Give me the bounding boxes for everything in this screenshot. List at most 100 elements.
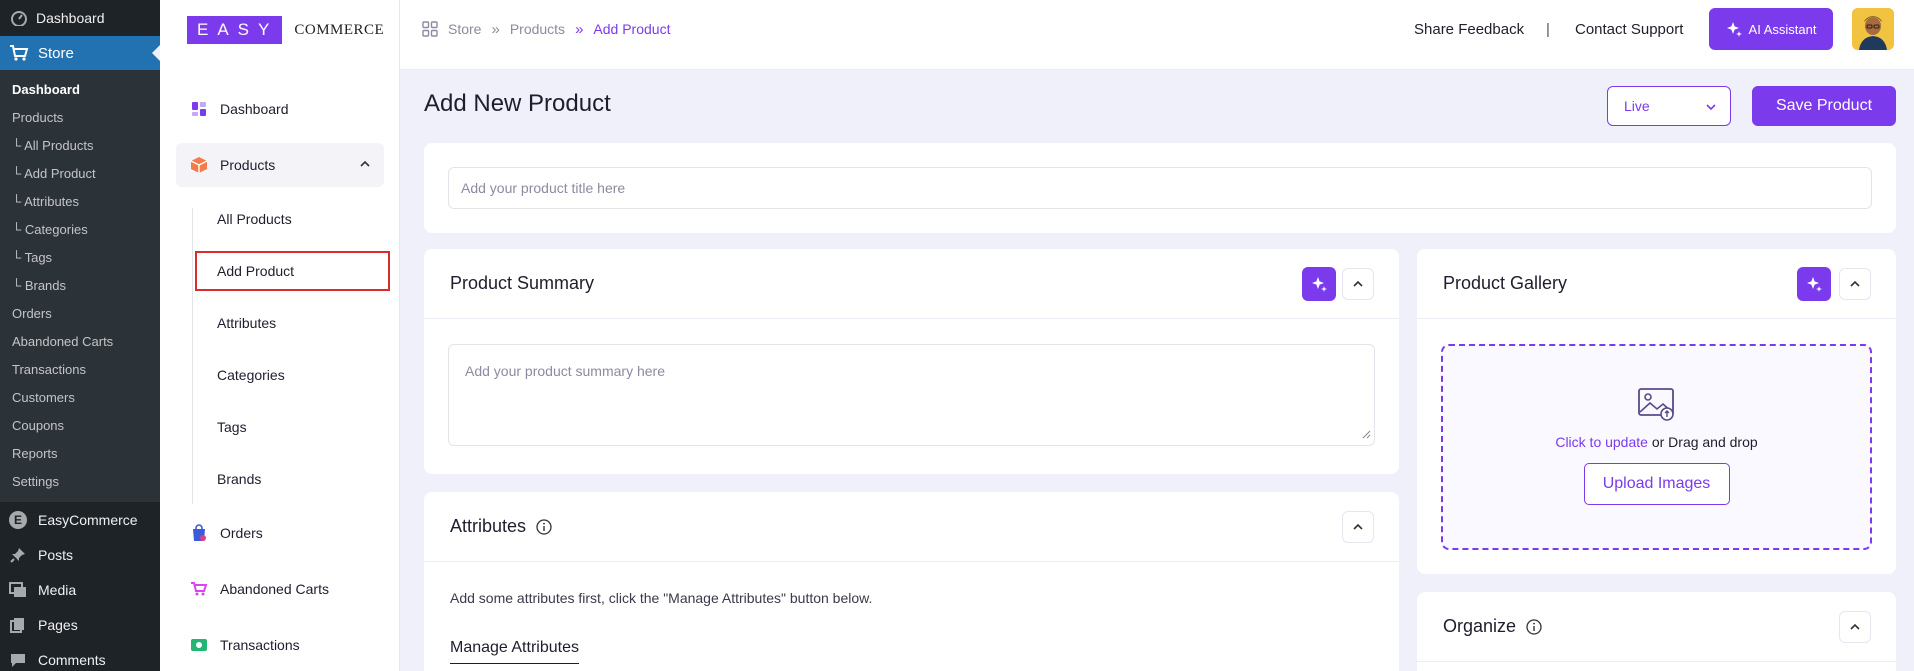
- image-upload-icon: [1637, 388, 1676, 427]
- wp-submenu-item[interactable]: └ Categories: [0, 216, 160, 244]
- status-select-value: Live: [1624, 98, 1650, 114]
- breadcrumb: Store » Products » Add Product: [422, 0, 670, 58]
- easycommerce-logo[interactable]: EASY COMMERCE: [187, 16, 384, 44]
- organize-title: Organize: [1443, 616, 1517, 636]
- share-feedback-link[interactable]: Share Feedback: [1414, 0, 1524, 58]
- nav-item-transactions[interactable]: Transactions: [176, 623, 384, 667]
- wp-menu-posts-label: Posts: [38, 546, 74, 563]
- submenu-divider-line: [192, 208, 193, 504]
- product-gallery-card: Product Gallery Click to update or Drag …: [1417, 249, 1896, 574]
- wp-submenu-item[interactable]: Products: [0, 104, 160, 132]
- product-summary-textarea[interactable]: Add your product summary here: [448, 344, 1375, 446]
- ai-sparkle-button[interactable]: [1797, 267, 1831, 301]
- wp-submenu-item[interactable]: └ All Products: [0, 132, 160, 160]
- wp-submenu-item[interactable]: └ Brands: [0, 272, 160, 300]
- wp-submenu-item[interactable]: └ Attributes: [0, 188, 160, 216]
- info-icon[interactable]: [536, 518, 552, 535]
- wp-menu-store-label: Store: [38, 44, 74, 62]
- nav-subitem-all-products[interactable]: All Products: [195, 199, 390, 239]
- wp-menu-dashboard-label: Dashboard: [36, 10, 105, 26]
- grid-icon[interactable]: [422, 21, 438, 37]
- nav-subitem-tags[interactable]: Tags: [195, 407, 390, 447]
- nav-subitem-brands[interactable]: Brands: [195, 459, 390, 499]
- logo-text: COMMERCE: [294, 21, 385, 38]
- wp-menu-media[interactable]: Media: [0, 572, 160, 607]
- manage-attributes-button[interactable]: Manage Attributes: [450, 639, 579, 664]
- organize-card: Organize: [1417, 592, 1896, 671]
- wp-submenu-item[interactable]: Reports: [0, 440, 160, 468]
- ai-assistant-button[interactable]: AI Assistant: [1709, 8, 1833, 50]
- chevron-up-icon: [1850, 623, 1860, 630]
- wp-menu-easycommerce[interactable]: E EasyCommerce: [0, 502, 160, 537]
- product-title-input[interactable]: Add your product title here: [448, 167, 1872, 209]
- collapse-button[interactable]: [1342, 511, 1374, 543]
- nav-item-dashboard-label: Dashboard: [220, 101, 289, 117]
- header-divider: |: [1546, 20, 1550, 38]
- nav-item-abandoned-carts[interactable]: Abandoned Carts: [176, 567, 384, 611]
- product-summary-title: Product Summary: [450, 273, 595, 293]
- upload-images-button[interactable]: Upload Images: [1583, 463, 1730, 505]
- nav-item-products[interactable]: Products: [176, 143, 384, 187]
- wp-submenu-item[interactable]: Dashboard: [0, 76, 160, 104]
- nav-subitem-attributes[interactable]: Attributes: [195, 303, 390, 343]
- product-gallery-header: Product Gallery: [1417, 249, 1896, 319]
- cart-icon: [8, 42, 30, 64]
- save-product-button[interactable]: Save Product: [1752, 86, 1896, 126]
- breadcrumb-store[interactable]: Store: [448, 21, 481, 37]
- nav-subitem-add-product[interactable]: Add Product: [195, 251, 390, 291]
- image-dropzone[interactable]: Click to update or Drag and drop Upload …: [1441, 344, 1872, 550]
- ai-assistant-label: AI Assistant: [1748, 21, 1817, 37]
- wp-submenu-item[interactable]: Coupons: [0, 412, 160, 440]
- info-icon[interactable]: [1526, 618, 1542, 635]
- contact-support-link[interactable]: Contact Support: [1575, 0, 1683, 58]
- wp-menu-comments[interactable]: Comments: [0, 642, 160, 671]
- user-avatar[interactable]: [1852, 8, 1894, 50]
- nav-item-orders[interactable]: Orders: [176, 511, 384, 555]
- wp-submenu-item[interactable]: Customers: [0, 384, 160, 412]
- dropzone-text: Click to update or Drag and drop: [1443, 434, 1870, 450]
- wp-menu-dashboard[interactable]: Dashboard: [0, 0, 160, 36]
- wp-submenu-item[interactable]: └ Tags: [0, 244, 160, 272]
- product-summary-header: Product Summary: [424, 249, 1399, 319]
- wp-submenu-item[interactable]: Abandoned Carts: [0, 328, 160, 356]
- wp-menu-store[interactable]: Store: [0, 36, 160, 70]
- page-title: Add New Product: [424, 90, 611, 117]
- chevron-up-icon[interactable]: [358, 157, 372, 174]
- ai-sparkle-button[interactable]: [1302, 267, 1336, 301]
- wp-store-submenu: Dashboard Products └ All Products └ Add …: [0, 70, 160, 502]
- money-icon: [190, 636, 208, 654]
- wp-submenu-item[interactable]: Settings: [0, 468, 160, 496]
- nav-item-dashboard[interactable]: Dashboard: [176, 87, 384, 131]
- product-title-card: Add your product title here: [424, 143, 1896, 233]
- logo-box: EASY: [187, 16, 283, 44]
- shopping-bag-icon: [190, 524, 208, 542]
- nav-subitem-categories[interactable]: Categories: [195, 355, 390, 395]
- wp-submenu-item[interactable]: └ Add Product: [0, 160, 160, 188]
- breadcrumb-products[interactable]: Products: [510, 21, 565, 37]
- wp-submenu-item[interactable]: Transactions: [0, 356, 160, 384]
- sparkle-icon: [1726, 21, 1742, 37]
- organize-header: Organize: [1417, 592, 1896, 662]
- collapse-button[interactable]: [1839, 611, 1871, 643]
- wp-menu-easycommerce-label: EasyCommerce: [38, 511, 138, 528]
- cart-icon: [190, 580, 208, 598]
- wp-menu-posts[interactable]: Posts: [0, 537, 160, 572]
- wp-menu-pages[interactable]: Pages: [0, 607, 160, 642]
- wp-submenu-item[interactable]: Orders: [0, 300, 160, 328]
- chevron-down-icon: [1704, 100, 1718, 117]
- status-select[interactable]: Live: [1607, 86, 1731, 126]
- click-to-update-link[interactable]: Click to update: [1555, 434, 1648, 450]
- nav-item-products-label: Products: [220, 157, 276, 173]
- collapse-button[interactable]: [1839, 268, 1871, 300]
- top-header: Store » Products » Add Product Share Fee…: [400, 0, 1914, 70]
- nav-item-orders-label: Orders: [220, 525, 263, 541]
- pushpin-icon: [8, 545, 28, 565]
- chevron-up-icon: [1353, 280, 1363, 287]
- nav-item-transactions-label: Transactions: [220, 637, 300, 653]
- nav-item-abandoned-carts-label: Abandoned Carts: [220, 581, 329, 597]
- pages-icon: [8, 615, 28, 635]
- box-icon: [190, 156, 208, 174]
- resize-handle-icon[interactable]: [1361, 426, 1371, 442]
- attributes-header: Attributes: [424, 492, 1399, 562]
- collapse-button[interactable]: [1342, 268, 1374, 300]
